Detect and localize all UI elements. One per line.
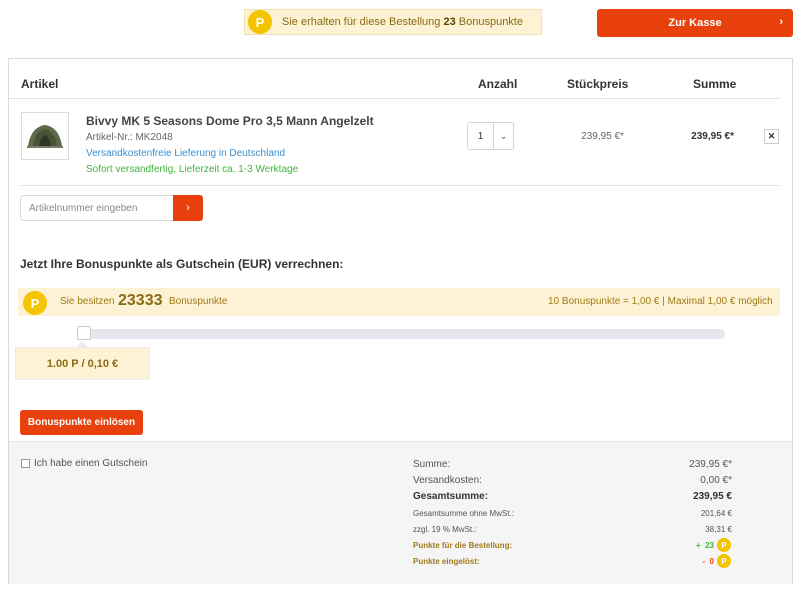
points-value: 23 [705,540,714,550]
checkout-label: Zur Kasse [668,17,722,29]
header-unit-price: Stückpreis [567,77,629,91]
summary-total-label: Gesamtsumme: [413,491,489,502]
checkout-button[interactable]: Zur Kasse › [597,9,793,37]
bonus-slider-value: 1.00 P / 0,10 € [15,347,150,380]
voucher-label: Ich habe einen Gutschein [34,458,148,469]
bonus-points-icon: P [717,538,731,552]
summary-sum-value: 239,95 €* [689,459,732,470]
summary-points-order-label: Punkte für die Bestellung: [413,541,513,550]
header-quantity: Anzahl [478,77,518,91]
bonus-info-text: Sie erhalten für diese Bestellung 23 Bon… [282,16,523,28]
delivery-status: Sofort versandfertig, Lieferzeit ca. 1-3… [86,164,299,175]
product-name-link[interactable]: Bivvy MK 5 Seasons Dome Pro 3,5 Mann Ang… [86,114,374,128]
summary-total-value: 239,95 € [693,491,732,502]
bonus-points-icon: P [23,291,47,315]
summary-shipping-value: 0,00 €* [700,475,732,486]
summary-vat-label: zzgl. 19 % MwSt.: [413,525,477,534]
summary-shipping-label: Versandkosten: [413,475,482,486]
product-thumbnail[interactable] [21,112,69,160]
summary-net-label: Gesamtsumme ohne MwSt.: [413,509,514,518]
bonus-points-icon: P [248,10,272,34]
bonus-points-icon: P [717,554,731,568]
bonus-info-banner: P Sie erhalten für diese Bestellung 23 B… [244,9,542,35]
summary-points-redeemed-label: Punkte eingelöst: [413,557,480,566]
bonus-rate-info: 10 Bonuspunkte = 1,00 € | Maximal 1,00 €… [548,296,773,307]
summary-net-value: 201,64 € [700,509,732,518]
unit-price: 239,95 €* [581,131,624,142]
chevron-down-icon: ⌄ [493,123,513,149]
tent-image [27,125,63,148]
summary-vat-value: 38,31 € [705,525,732,534]
line-total: 239,95 €* [691,131,734,142]
add-article-button[interactable]: › [173,195,203,221]
points-value: 0 [709,556,714,566]
header-article: Artikel [21,77,59,91]
remove-item-button[interactable]: ✕ [764,129,779,144]
quantity-select[interactable]: 1 ⌄ [467,122,514,150]
bonus-own-unit: Bonuspunkte [169,296,228,307]
checkbox-icon [21,459,30,468]
bonus-slider-handle[interactable] [77,326,91,340]
header-sum: Summe [693,77,737,91]
close-icon: ✕ [767,131,776,141]
summary-sum-label: Summe: [413,459,451,470]
redeem-points-button[interactable]: Bonuspunkte einlösen [20,410,143,435]
points-sign: + [695,540,701,550]
points-sign: - [702,556,706,566]
header-divider [9,98,780,99]
bonus-heading: Jetzt Ihre Bonuspunkte als Gutschein (EU… [20,257,344,271]
product-article-number: Artikel-Nr.: MK2048 [86,132,173,143]
item-divider [20,185,780,186]
chevron-right-icon: › [186,202,190,214]
bonus-own-points: 23333 [118,292,163,309]
bonus-slider-track[interactable] [77,329,725,339]
summary-points-order-value: + 23 P [640,538,731,552]
article-number-input[interactable] [20,195,173,221]
redeem-label: Bonuspunkte einlösen [27,417,136,428]
quantity-value: 1 [477,130,484,142]
summary-points-redeemed-value: - 0 P [640,554,731,568]
bonus-own-label: Sie besitzen [60,296,115,307]
shipping-info: Versandkostenfreie Lieferung in Deutschl… [86,148,286,159]
voucher-checkbox[interactable]: Ich habe einen Gutschein [21,458,147,469]
chevron-right-icon: › [779,16,783,28]
